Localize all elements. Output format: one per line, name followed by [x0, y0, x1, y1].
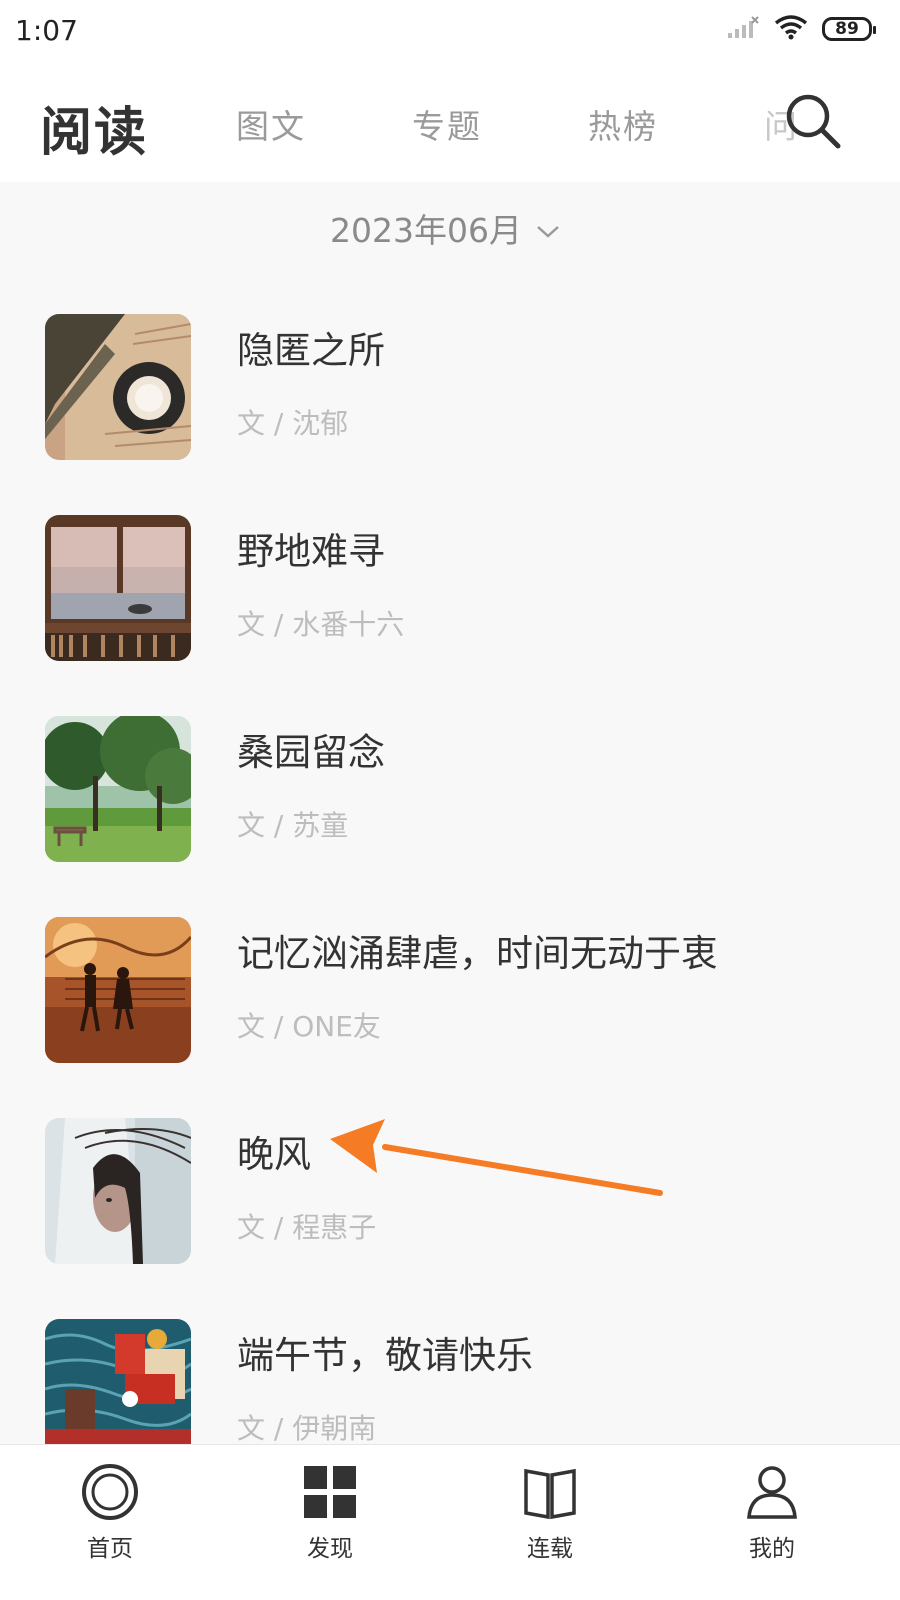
nav-mine[interactable]: 我的	[712, 1463, 832, 1563]
nav-discover[interactable]: 发现	[270, 1463, 390, 1563]
nav-serial[interactable]: 连载	[490, 1463, 610, 1563]
article-author: 文 / 伊朝南	[237, 1412, 377, 1445]
article-author: 文 / 水番十六	[237, 608, 405, 641]
nav-home-label: 首页	[87, 1536, 133, 1562]
chevron-down-icon	[536, 209, 560, 248]
home-circle-icon	[50, 1463, 170, 1521]
nav-mine-label: 我的	[749, 1536, 795, 1562]
signal-icon	[726, 15, 760, 43]
article-title: 端午节，敬请快乐	[237, 1334, 533, 1377]
wifi-icon	[774, 14, 808, 44]
month-label: 2023年06月	[330, 211, 522, 250]
list-item[interactable]: 桑园留念 文 / 苏童	[0, 716, 900, 866]
tab-hot-list[interactable]: 热榜	[588, 100, 658, 148]
book-icon	[490, 1463, 610, 1521]
search-icon[interactable]	[784, 92, 842, 150]
article-thumbnail	[45, 917, 191, 1063]
list-item[interactable]: 野地难寻 文 / 水番十六	[0, 515, 900, 665]
article-title: 野地难寻	[237, 530, 385, 573]
article-title: 记忆汹涌肆虐，时间无动于衷	[237, 932, 718, 975]
orange-arrow-icon	[325, 1115, 670, 1210]
article-author: 文 / ONE友	[237, 1010, 381, 1043]
article-author: 文 / 沈郁	[237, 407, 349, 440]
tab-topic[interactable]: 专题	[412, 100, 482, 148]
month-selector[interactable]: 2023年06月	[0, 204, 900, 252]
list-item[interactable]: 记忆汹涌肆虐，时间无动于衷 文 / ONE友	[0, 917, 900, 1067]
article-thumbnail	[45, 716, 191, 862]
nav-discover-label: 发现	[307, 1536, 353, 1562]
status-icons: 89	[726, 14, 876, 44]
battery-icon: 89	[822, 17, 876, 41]
article-thumbnail	[45, 314, 191, 460]
article-thumbnail	[45, 515, 191, 661]
nav-home[interactable]: 首页	[50, 1463, 170, 1563]
status-time: 1:07	[15, 14, 78, 47]
article-author: 文 / 苏童	[237, 809, 349, 842]
page-title: 阅读	[40, 103, 149, 163]
list-item[interactable]: 隐匿之所 文 / 沈郁	[0, 314, 900, 464]
nav-serial-label: 连载	[527, 1536, 573, 1562]
header-bar: 阅读 图文 专题 热榜 问	[0, 62, 900, 182]
status-bar: 1:07 89	[0, 0, 900, 62]
article-title: 晚风	[237, 1133, 311, 1176]
bottom-nav: 首页 发现 连载 我的	[0, 1444, 900, 1600]
article-thumbnail	[45, 1118, 191, 1264]
article-title: 隐匿之所	[237, 329, 385, 372]
person-icon	[712, 1463, 832, 1521]
grid-icon	[270, 1463, 390, 1521]
article-thumbnail	[45, 1319, 191, 1444]
tab-graphic[interactable]: 图文	[236, 100, 306, 148]
article-title: 桑园留念	[237, 731, 385, 774]
article-author: 文 / 程惠子	[237, 1211, 377, 1244]
battery-level: 89	[835, 19, 859, 39]
